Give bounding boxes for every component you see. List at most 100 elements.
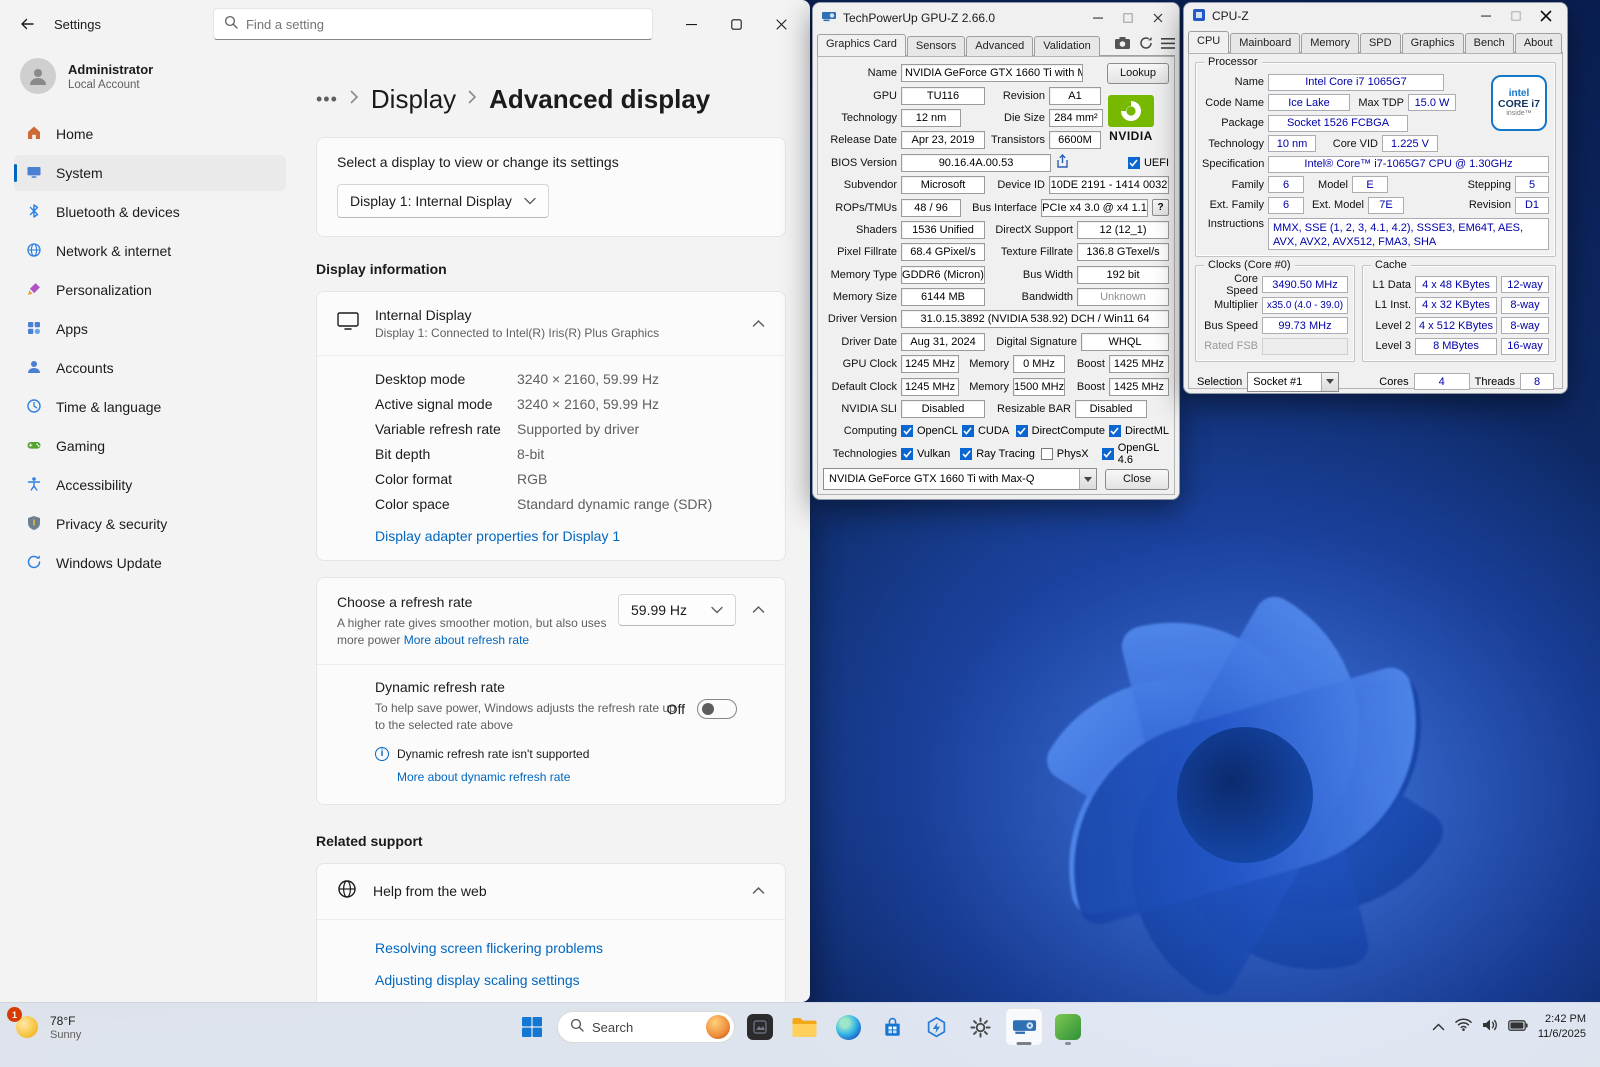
gpuz-app-icon — [1012, 1017, 1037, 1037]
settings-search-box[interactable] — [213, 8, 653, 40]
sidebar-item-windows-update[interactable]: Windows Update — [14, 545, 286, 581]
hidden-icons-chevron[interactable] — [1432, 1018, 1445, 1036]
tab-spd[interactable]: SPD — [1360, 33, 1401, 53]
gpuz-close-button[interactable]: Close — [1105, 469, 1169, 490]
wifi-icon[interactable] — [1455, 1018, 1472, 1036]
taskbar-app-dark[interactable] — [741, 1008, 779, 1046]
transistors-field: 6600M — [1049, 131, 1101, 149]
refresh-rate-dropdown[interactable]: 59.99 Hz — [618, 594, 736, 626]
tab-validation[interactable]: Validation — [1034, 36, 1100, 56]
vulkan-checkbox[interactable]: Vulkan — [901, 448, 956, 460]
chevron-down-icon — [711, 606, 723, 614]
minimize-button[interactable] — [669, 5, 714, 43]
weather-widget[interactable]: 1 — [14, 1014, 40, 1040]
socket-select-combo[interactable]: Socket #1 — [1247, 372, 1339, 392]
clock[interactable]: 2:42 PM 11/6/2025 — [1538, 1012, 1586, 1042]
technology-field: 10 nm — [1268, 135, 1316, 152]
sidebar-item-accounts[interactable]: Accounts — [14, 350, 286, 386]
sidebar-item-gaming[interactable]: Gaming — [14, 428, 286, 464]
directml-checkbox[interactable]: DirectML — [1109, 425, 1169, 437]
close-button[interactable] — [759, 5, 804, 43]
breadcrumb-more[interactable]: ••• — [316, 89, 338, 110]
maximize-button[interactable] — [714, 5, 759, 43]
help-from-web-header[interactable]: Help from the web — [317, 864, 785, 919]
taskbar-search[interactable]: Search — [557, 1011, 735, 1043]
help-link-scaling[interactable]: Adjusting display scaling settings — [375, 972, 765, 988]
settings-window: Settings Administrator Local Account — [0, 0, 810, 1002]
refresh-icon[interactable] — [1139, 36, 1153, 53]
sidebar-item-accessibility[interactable]: Accessibility — [14, 467, 286, 503]
weather-temp: 78°F — [50, 1014, 81, 1028]
sidebar-item-time-language[interactable]: Time & language — [14, 389, 286, 425]
person-icon — [26, 359, 42, 378]
settings-titlebar[interactable]: Settings — [0, 0, 810, 48]
clocks-group: Clocks (Core #0) Core Speed3490.50 MHz M… — [1195, 265, 1355, 362]
ray-tracing-checkbox[interactable]: Ray Tracing — [960, 448, 1037, 460]
search-input[interactable] — [246, 17, 642, 32]
settings-button[interactable] — [961, 1008, 999, 1046]
tab-about[interactable]: About — [1515, 33, 1562, 53]
more-about-dynamic-refresh-link[interactable]: More about dynamic refresh rate — [397, 770, 570, 784]
maximize-button[interactable] — [1113, 7, 1143, 29]
user-account[interactable]: Administrator Local Account — [14, 52, 286, 116]
close-button[interactable] — [1531, 5, 1561, 27]
share-icon[interactable] — [1055, 154, 1070, 172]
display-select-dropdown[interactable]: Display 1: Internal Display — [337, 184, 549, 218]
maximize-button[interactable] — [1501, 5, 1531, 27]
cuda-checkbox[interactable]: CUDA — [962, 425, 1012, 437]
opengl-checkbox[interactable]: OpenGL 4.6 — [1102, 442, 1169, 466]
combo-arrow-icon — [1321, 373, 1338, 391]
breadcrumb-display[interactable]: Display — [371, 84, 456, 115]
menu-icon[interactable] — [1161, 38, 1175, 52]
screenshot-camera-icon[interactable] — [1114, 36, 1131, 53]
sidebar-item-personalization[interactable]: Personalization — [14, 272, 286, 308]
sidebar-item-privacy-security[interactable]: Privacy & security — [14, 506, 286, 542]
tab-graphics[interactable]: Graphics — [1402, 33, 1464, 53]
minimize-button[interactable] — [1471, 5, 1501, 27]
collapse-chevron-icon[interactable] — [752, 315, 765, 333]
taskbar-app-hex[interactable] — [917, 1008, 955, 1046]
clock-icon — [26, 398, 42, 417]
start-button[interactable] — [513, 1008, 551, 1046]
more-about-refresh-rate-link[interactable]: More about refresh rate — [404, 633, 529, 647]
tab-cpu[interactable]: CPU — [1188, 31, 1229, 53]
tab-advanced[interactable]: Advanced — [966, 36, 1033, 56]
avatar — [20, 58, 56, 94]
sidebar-item-system[interactable]: System — [14, 155, 286, 191]
display-adapter-properties-link[interactable]: Display adapter properties for Display 1 — [317, 518, 785, 560]
back-button[interactable] — [10, 8, 44, 40]
minimize-button[interactable] — [1083, 7, 1113, 29]
collapse-chevron-icon[interactable] — [752, 601, 765, 619]
tab-graphics-card[interactable]: Graphics Card — [817, 34, 906, 56]
tab-memory[interactable]: Memory — [1301, 33, 1359, 53]
store-button[interactable] — [873, 1008, 911, 1046]
tab-mainboard[interactable]: Mainboard — [1230, 33, 1300, 53]
sidebar-item-apps[interactable]: Apps — [14, 311, 286, 347]
file-explorer-button[interactable] — [785, 1008, 823, 1046]
sidebar-item-bluetooth-devices[interactable]: Bluetooth & devices — [14, 194, 286, 230]
edge-button[interactable] — [829, 1008, 867, 1046]
gpu-select-combo[interactable]: NVIDIA GeForce GTX 1660 Ti with Max-Q — [823, 468, 1097, 490]
battery-icon[interactable] — [1508, 1018, 1528, 1036]
cpuz-titlebar[interactable]: CPU-Z — [1184, 3, 1567, 29]
directcompute-checkbox[interactable]: DirectCompute — [1016, 425, 1105, 437]
dynamic-refresh-toggle[interactable] — [697, 699, 737, 719]
opencl-checkbox[interactable]: OpenCL — [901, 425, 958, 437]
sidebar-item-home[interactable]: Home — [14, 116, 286, 152]
memory-type-field: GDDR6 (Micron) — [901, 266, 985, 284]
uefi-checkbox[interactable]: UEFI — [1128, 157, 1169, 169]
gpuz-taskbar-button[interactable] — [1005, 1008, 1043, 1046]
sidebar-item-network-internet[interactable]: Network & internet — [14, 233, 286, 269]
tab-bench[interactable]: Bench — [1465, 33, 1514, 53]
help-link-flickering[interactable]: Resolving screen flickering problems — [375, 940, 765, 956]
collapse-chevron-icon[interactable] — [752, 882, 765, 900]
bus-interface-help-button[interactable]: ? — [1152, 199, 1169, 216]
lookup-button[interactable]: Lookup — [1107, 63, 1169, 84]
physx-checkbox[interactable]: PhysX — [1041, 448, 1098, 460]
tab-sensors[interactable]: Sensors — [907, 36, 965, 56]
internal-display-header[interactable]: Internal Display Display 1: Connected to… — [317, 292, 785, 355]
volume-icon[interactable] — [1482, 1018, 1498, 1037]
cpuz-taskbar-button[interactable] — [1049, 1008, 1087, 1046]
close-button[interactable] — [1143, 7, 1173, 29]
gpuz-titlebar[interactable]: TechPowerUp GPU-Z 2.66.0 — [813, 3, 1179, 32]
